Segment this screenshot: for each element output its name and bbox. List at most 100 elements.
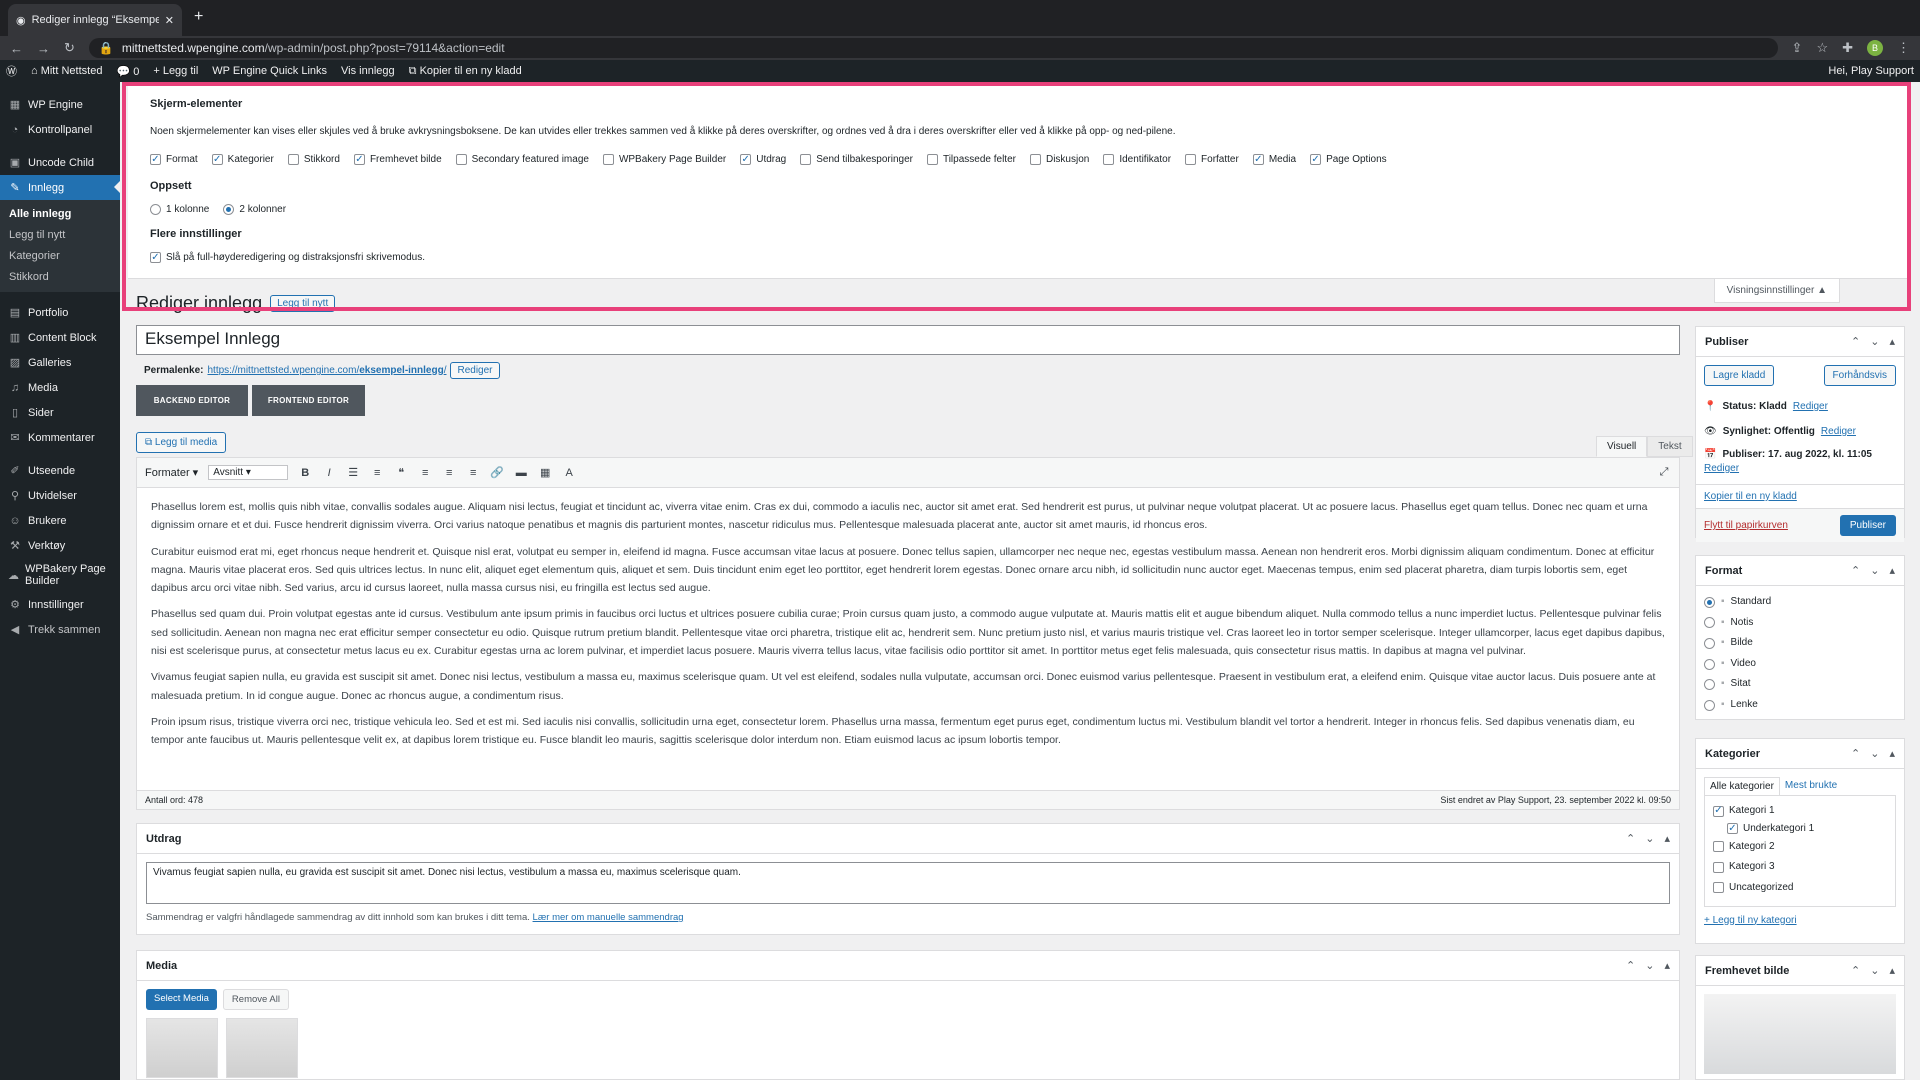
format-option-radio[interactable]: ▪ Lenke	[1704, 695, 1896, 716]
date-edit-link[interactable]: Rediger	[1704, 462, 1896, 476]
browser-tab[interactable]: ◉ Rediger innlegg “Eksempel Inn… ✕	[8, 4, 182, 36]
sidebar-item-pages[interactable]: ▯ Sider	[0, 400, 120, 425]
sidebar-item-uncode[interactable]: ▣ Uncode Child	[0, 150, 120, 175]
permalink-link[interactable]: https://mittnettsted.wpengine.com/eksemp…	[207, 365, 446, 376]
sidebar-item-galleries[interactable]: ▨ Galleries	[0, 350, 120, 375]
toolbar-toggle-icon[interactable]: ▦	[538, 466, 552, 479]
excerpt-textarea[interactable]: Vivamus feugiat sapien nulla, eu gravida…	[146, 862, 1670, 904]
media-thumbnail[interactable]	[146, 1018, 218, 1078]
tab-visual[interactable]: Visuell	[1596, 436, 1648, 457]
format-header[interactable]: Format ⌃ ⌄ ▴	[1696, 556, 1904, 586]
screen-option-checkbox[interactable]: WPBakery Page Builder	[602, 154, 726, 165]
format-option-radio[interactable]: ▪ Video	[1704, 654, 1896, 675]
numbered-list-icon[interactable]: ≡	[370, 467, 384, 479]
backend-editor-button[interactable]: BACKEND EDITOR	[136, 385, 248, 416]
sidebar-item-wpbakery[interactable]: ☁ WPBakery Page Builder	[0, 558, 120, 592]
excerpt-help-link[interactable]: Lær mer om manuelle sammendrag	[533, 912, 684, 923]
back-icon[interactable]: ←	[10, 41, 23, 56]
format-option-radio[interactable]: ▪ Sitat	[1704, 674, 1896, 695]
view-post-link[interactable]: Vis innlegg	[341, 65, 395, 77]
submenu-add-new[interactable]: Legg til nytt	[0, 225, 120, 246]
select-media-button[interactable]: Select Media	[146, 989, 217, 1010]
screen-option-checkbox[interactable]: ✓ Utdrag	[740, 154, 786, 165]
layout-1-column-radio[interactable]: 1 kolonne	[150, 204, 209, 215]
category-checkbox[interactable]: ✓ Underkategori 1	[1727, 820, 1814, 838]
star-icon[interactable]: ☆	[1816, 40, 1828, 56]
screen-option-checkbox[interactable]: Forfatter	[1185, 154, 1239, 165]
preview-button[interactable]: Forhåndsvis	[1823, 365, 1896, 386]
align-right-icon[interactable]: ≡	[466, 467, 480, 479]
paragraph-select[interactable]: Avsnitt ▾	[208, 465, 289, 480]
submenu-all-posts[interactable]: Alle innlegg	[0, 204, 120, 225]
copy-draft-link[interactable]: ⧉ Kopier til en ny kladd	[409, 65, 522, 78]
account-link[interactable]: Hei, Play Support	[1828, 65, 1914, 77]
publish-header[interactable]: Publiser ⌃ ⌄ ▴	[1696, 327, 1904, 357]
format-option-radio[interactable]: ▪ Standard	[1704, 592, 1896, 613]
excerpt-header[interactable]: Utdrag ⌃ ⌄ ▴	[137, 824, 1679, 854]
submenu-categories[interactable]: Kategorier	[0, 246, 120, 267]
sidebar-collapse[interactable]: ◀ Trekk sammen	[0, 617, 120, 642]
align-left-icon[interactable]: ≡	[418, 467, 432, 479]
remove-all-button[interactable]: Remove All	[222, 989, 289, 1010]
featured-image-header[interactable]: Fremhevet bilde ⌃ ⌄ ▴	[1696, 956, 1904, 986]
screen-option-checkbox[interactable]: Diskusjon	[1029, 154, 1089, 165]
sidebar-item-comments[interactable]: ✉ Kommentarer	[0, 425, 120, 450]
tab-most-used[interactable]: Mest brukte	[1780, 777, 1842, 795]
screen-option-checkbox[interactable]: Secondary featured image	[455, 154, 589, 165]
comments-link[interactable]: 💬 0	[116, 65, 139, 78]
sidebar-item-settings[interactable]: ⚙ Innstillinger	[0, 592, 120, 617]
format-option-radio[interactable]: ▪ Notis	[1704, 613, 1896, 634]
sidebar-item-posts[interactable]: ✎ Innlegg	[0, 175, 120, 200]
screen-option-checkbox[interactable]: Identifikator	[1103, 154, 1171, 165]
screen-option-checkbox[interactable]: ✓ Media	[1252, 154, 1296, 165]
category-checkbox[interactable]: ✓ Kategori 1	[1713, 802, 1775, 820]
sidebar-item-users[interactable]: ☺ Brukere	[0, 508, 120, 533]
screen-option-checkbox[interactable]: ✓ Kategorier	[211, 154, 274, 165]
format-menu[interactable]: Formater ▾	[145, 466, 198, 479]
italic-icon[interactable]: I	[322, 467, 336, 479]
wordpress-logo-icon[interactable]: Ⓦ	[6, 63, 17, 79]
tab-all-categories[interactable]: Alle kategorier	[1704, 777, 1780, 795]
permalink-edit-button[interactable]: Rediger	[450, 362, 500, 379]
reload-icon[interactable]: ↻	[64, 40, 75, 56]
new-tab-button[interactable]: +	[194, 8, 203, 26]
link-icon[interactable]: 🔗	[490, 466, 504, 479]
editor-content[interactable]: Phasellus lorem est, mollis quis nibh vi…	[137, 488, 1679, 768]
copy-draft-link[interactable]: Kopier til en ny kladd	[1704, 491, 1797, 502]
fullscreen-icon[interactable]: ⤢	[1657, 466, 1671, 479]
quote-icon[interactable]: ❝	[394, 466, 408, 479]
category-checkbox[interactable]: Kategori 3	[1713, 858, 1775, 876]
add-category-link[interactable]: + Legg til ny kategori	[1704, 915, 1797, 926]
quick-links[interactable]: WP Engine Quick Links	[212, 65, 327, 77]
add-new-button[interactable]: Legg til nytt	[270, 295, 336, 312]
share-icon[interactable]: ⇪	[1792, 40, 1803, 56]
frontend-editor-button[interactable]: FRONTEND EDITOR	[252, 385, 365, 416]
forward-icon[interactable]: →	[37, 41, 50, 56]
menu-icon[interactable]: ⋮	[1897, 40, 1910, 56]
bold-icon[interactable]: B	[298, 467, 312, 479]
category-checkbox[interactable]: Uncategorized	[1713, 879, 1793, 897]
screen-option-checkbox[interactable]: Send tilbakesporinger	[800, 154, 913, 165]
extensions-icon[interactable]: ✚	[1842, 40, 1853, 56]
sidebar-item-tools[interactable]: ⚒ Verktøy	[0, 533, 120, 558]
format-option-radio[interactable]: ▪ Bilde	[1704, 633, 1896, 654]
trash-link[interactable]: Flytt til papirkurven	[1704, 520, 1788, 531]
profile-avatar[interactable]: B	[1867, 40, 1883, 56]
media-header[interactable]: Media ⌃ ⌄ ▴	[137, 951, 1679, 981]
screen-option-checkbox[interactable]: ✓ Format	[150, 154, 198, 165]
screen-option-checkbox[interactable]: ✓ Page Options	[1310, 154, 1387, 165]
sidebar-item-content-block[interactable]: ▥ Content Block	[0, 325, 120, 350]
sidebar-item-media[interactable]: ♫ Media	[0, 375, 120, 400]
sidebar-item-wpengine[interactable]: ▦ WP Engine	[0, 92, 120, 117]
sidebar-item-plugins[interactable]: ⚲ Utvidelser	[0, 483, 120, 508]
status-edit-link[interactable]: Rediger	[1793, 394, 1828, 419]
visibility-edit-link[interactable]: Rediger	[1821, 419, 1856, 444]
fullheight-checkbox[interactable]: ✓ Slå på full-høyderedigering og distraks…	[150, 252, 425, 263]
save-draft-button[interactable]: Lagre kladd	[1704, 365, 1775, 386]
sidebar-item-appearance[interactable]: ✐ Utseende	[0, 458, 120, 483]
screen-options-toggle[interactable]: Visningsinnstillinger ▲	[1713, 279, 1840, 303]
screen-option-checkbox[interactable]: Stikkord	[287, 154, 340, 165]
screen-option-checkbox[interactable]: Tilpassede felter	[926, 154, 1016, 165]
screen-option-checkbox[interactable]: ✓ Fremhevet bilde	[353, 154, 442, 165]
media-thumbnail[interactable]	[226, 1018, 298, 1078]
